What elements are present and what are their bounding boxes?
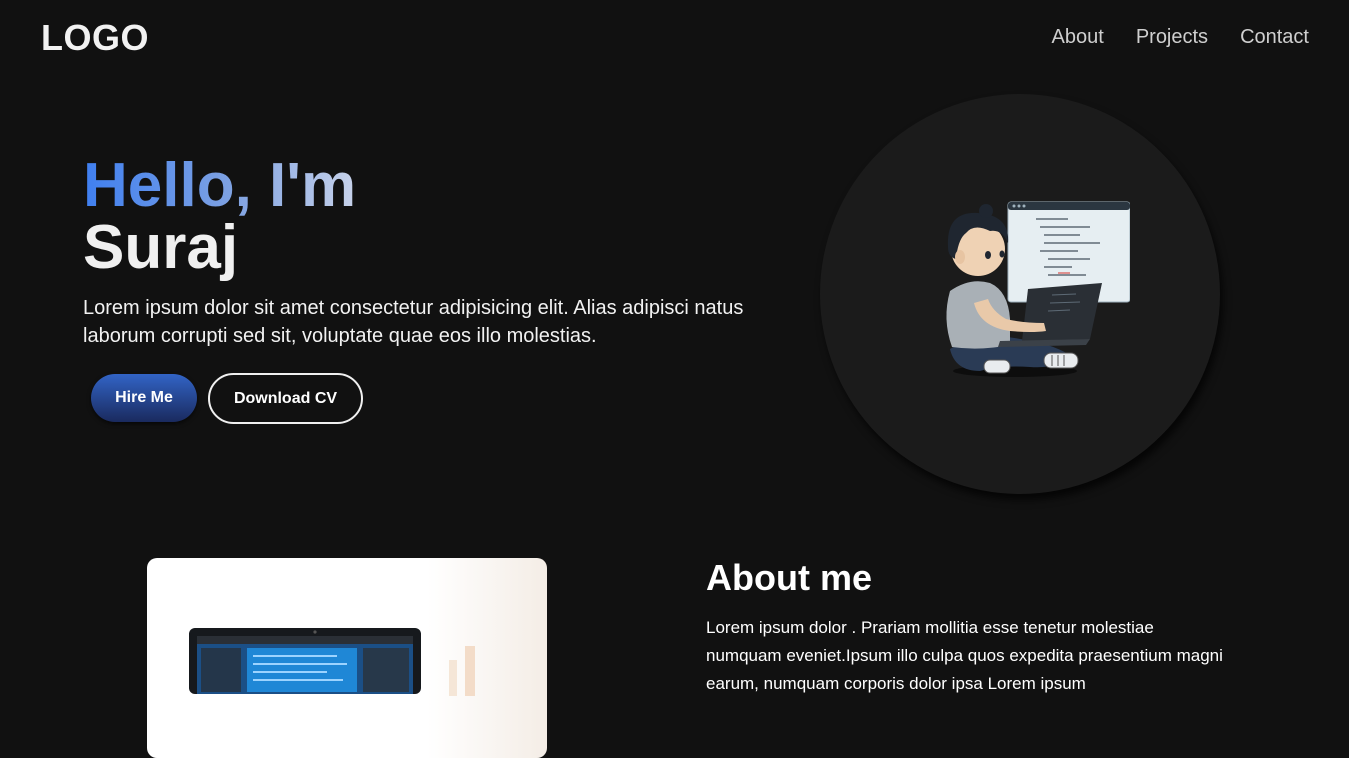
hero-greeting: Hello, I'm <box>83 151 357 220</box>
about-description: Lorem ipsum dolor . Prariam mollitia ess… <box>706 618 1223 693</box>
about-image-card <box>147 558 547 758</box>
download-cv-button[interactable]: Download CV <box>208 373 363 424</box>
about-title: About me <box>706 557 872 598</box>
hero-description: Lorem ipsum dolor sit amet consectetur a… <box>83 297 744 347</box>
nav-link-projects[interactable]: Projects <box>1136 26 1208 49</box>
nav-links: About Projects Contact <box>1052 26 1309 49</box>
nav-link-about[interactable]: About <box>1052 26 1104 49</box>
logo[interactable]: LOGO <box>41 17 149 59</box>
laptop-on-desk-icon <box>189 628 475 696</box>
navbar: LOGO About Projects Contact <box>0 0 1349 76</box>
hero-avatar-circle <box>820 94 1220 494</box>
hero-name: Suraj <box>83 213 239 282</box>
nav-link-contact[interactable]: Contact <box>1240 26 1309 49</box>
boy-coding-on-laptop-icon <box>946 201 1130 377</box>
hire-me-button[interactable]: Hire Me <box>91 374 197 422</box>
hero-title: Hello, I'm Suraj <box>83 155 356 279</box>
